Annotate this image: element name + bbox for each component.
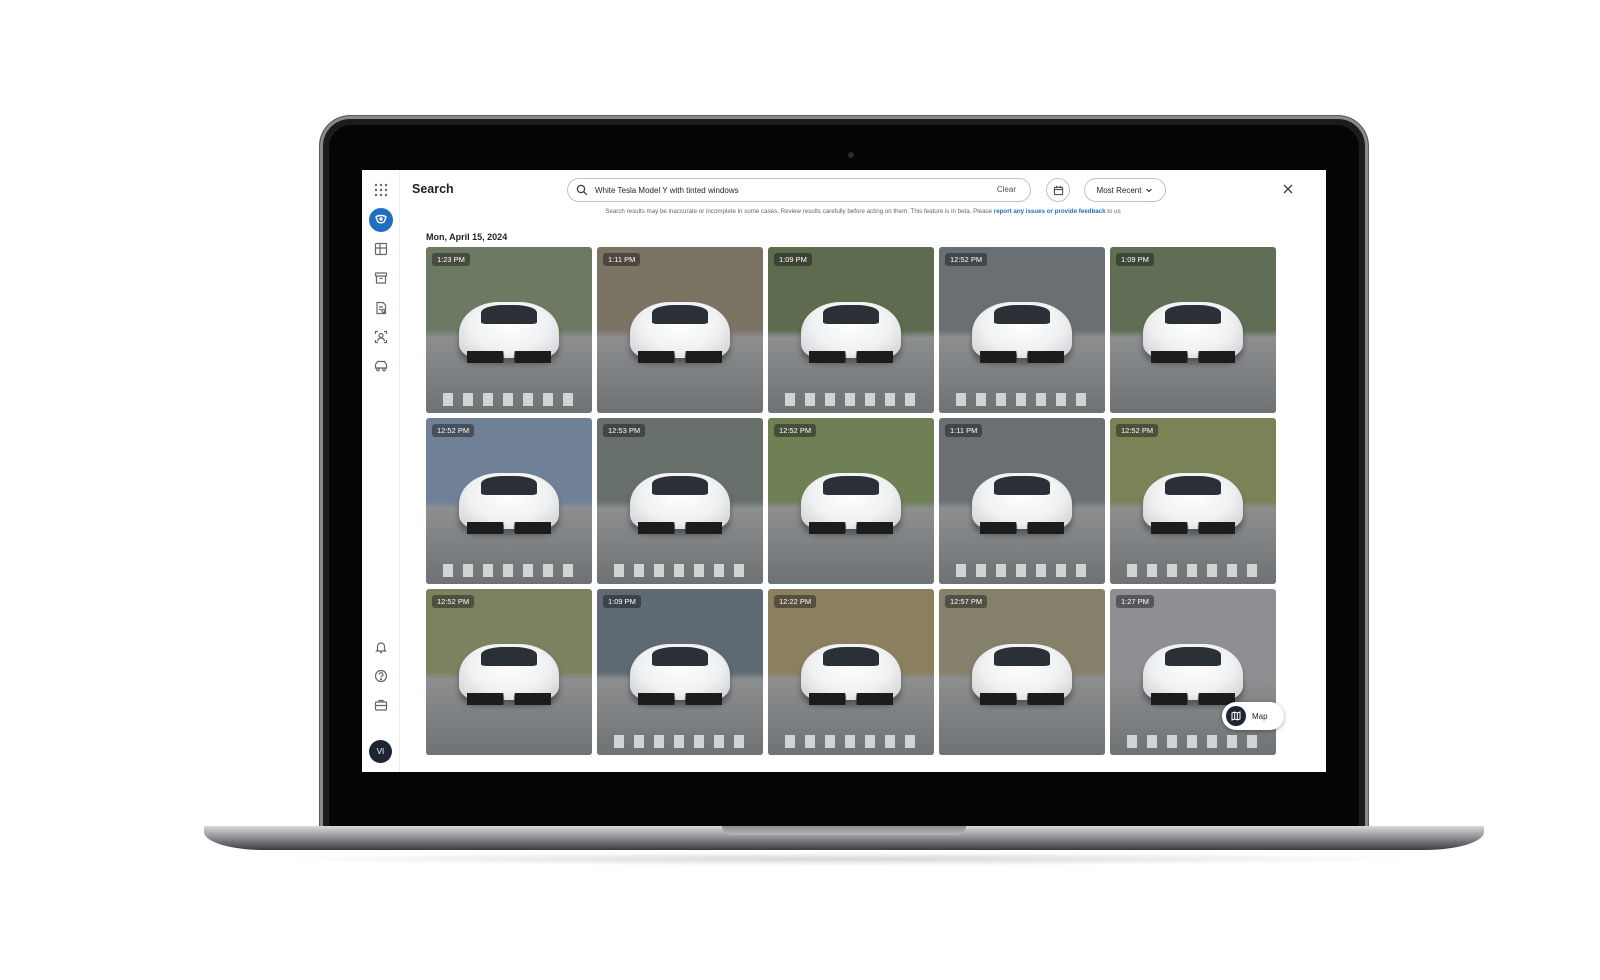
vehicle-image — [630, 301, 730, 364]
timestamp-badge: 1:27 PM — [1116, 595, 1154, 608]
result-thumbnail[interactable]: 1:09 PM — [597, 589, 763, 755]
thumbnail-crosswalk — [1126, 564, 1260, 578]
vehicle-icon[interactable] — [369, 354, 393, 378]
app-screen: VI Search Clear Most Recent Search resul… — [362, 170, 1326, 772]
timestamp-badge: 12:52 PM — [432, 424, 475, 437]
result-thumbnail[interactable]: 1:27 PM — [1110, 589, 1276, 755]
thumbnail-crosswalk — [442, 393, 576, 407]
briefcase-icon[interactable] — [369, 693, 393, 717]
apps-grid-icon[interactable] — [369, 178, 393, 202]
result-thumbnail[interactable]: 1:11 PM — [939, 418, 1105, 584]
thumbnail-crosswalk — [955, 393, 1089, 407]
result-thumbnail[interactable]: 12:53 PM — [597, 418, 763, 584]
vehicle-image — [630, 472, 730, 535]
search-icon — [576, 184, 588, 196]
vehicle-image — [972, 643, 1072, 706]
laptop-shadow — [260, 852, 1430, 866]
chevron-down-icon — [1146, 188, 1153, 193]
close-icon[interactable] — [1281, 182, 1295, 196]
timestamp-badge: 1:11 PM — [945, 424, 983, 437]
result-thumbnail[interactable]: 12:22 PM — [768, 589, 934, 755]
vehicle-image — [972, 301, 1072, 364]
timestamp-badge: 1:23 PM — [432, 253, 470, 266]
sidebar: VI — [362, 170, 400, 772]
search-input[interactable] — [595, 182, 975, 198]
vehicle-image — [801, 301, 901, 364]
webcam — [848, 152, 854, 158]
vehicle-image — [459, 301, 559, 364]
timestamp-badge: 12:52 PM — [432, 595, 475, 608]
map-button-label: Map — [1252, 711, 1268, 721]
result-thumbnail[interactable]: 12:52 PM — [1110, 418, 1276, 584]
thumbnail-crosswalk — [784, 393, 918, 407]
timestamp-badge: 12:22 PM — [774, 595, 817, 608]
result-thumbnail[interactable]: 1:09 PM — [768, 247, 934, 413]
timestamp-badge: 1:09 PM — [774, 253, 812, 266]
laptop-base — [204, 826, 1484, 850]
laptop-notch — [722, 826, 966, 835]
thumbnail-crosswalk — [955, 564, 1089, 578]
page-title: Search — [412, 182, 454, 196]
timestamp-badge: 1:11 PM — [603, 253, 641, 266]
result-thumbnail[interactable]: 12:57 PM — [939, 589, 1105, 755]
result-thumbnail[interactable]: 1:09 PM — [1110, 247, 1276, 413]
map-icon — [1226, 706, 1246, 726]
results-date-header: Mon, April 15, 2024 — [426, 232, 508, 242]
results-grid: 1:23 PM 1:11 PM 1:09 PM 12:52 PM 1:09 PM 12:5… — [426, 247, 1278, 755]
sort-dropdown[interactable]: Most Recent — [1084, 178, 1166, 202]
vehicle-image — [630, 643, 730, 706]
people-icon[interactable] — [369, 325, 393, 349]
result-thumbnail[interactable]: 12:52 PM — [939, 247, 1105, 413]
search-bar: Clear — [567, 178, 1031, 202]
beta-disclaimer: Search results may be inaccurate or inco… — [362, 208, 1326, 215]
result-thumbnail[interactable]: 1:11 PM — [597, 247, 763, 413]
reports-icon[interactable] — [369, 296, 393, 320]
vehicle-image — [972, 472, 1072, 535]
disclaimer-text: Search results may be inaccurate or inco… — [605, 208, 993, 215]
sort-selected-label: Most Recent — [1096, 185, 1142, 195]
timestamp-badge: 12:52 PM — [945, 253, 988, 266]
timestamp-badge: 12:57 PM — [945, 595, 988, 608]
thumbnail-crosswalk — [442, 564, 576, 578]
result-thumbnail[interactable]: 12:52 PM — [768, 418, 934, 584]
dashboard-icon[interactable] — [369, 237, 393, 261]
vehicle-image — [1143, 301, 1243, 364]
vehicle-image — [1143, 643, 1243, 706]
result-thumbnail[interactable]: 12:52 PM — [426, 589, 592, 755]
avatar[interactable]: VI — [369, 740, 392, 763]
map-button[interactable]: Map — [1222, 702, 1284, 730]
calendar-icon — [1053, 185, 1063, 195]
timestamp-badge: 1:09 PM — [1116, 253, 1154, 266]
result-thumbnail[interactable]: 1:23 PM — [426, 247, 592, 413]
disclaimer-suffix: to us — [1107, 208, 1121, 215]
timestamp-badge: 12:52 PM — [1116, 424, 1159, 437]
timestamp-badge: 1:09 PM — [603, 595, 641, 608]
date-filter-button[interactable] — [1046, 178, 1070, 202]
timestamp-badge: 12:52 PM — [774, 424, 817, 437]
vehicle-image — [1143, 472, 1243, 535]
result-thumbnail[interactable]: 12:52 PM — [426, 418, 592, 584]
timestamp-badge: 12:53 PM — [603, 424, 646, 437]
thumbnail-crosswalk — [613, 735, 747, 749]
bell-icon[interactable] — [369, 635, 393, 659]
clear-button[interactable]: Clear — [997, 185, 1016, 194]
archive-icon[interactable] — [369, 266, 393, 290]
vehicle-image — [801, 643, 901, 706]
help-icon[interactable] — [369, 664, 393, 688]
vehicle-image — [459, 643, 559, 706]
vehicle-image — [459, 472, 559, 535]
thumbnail-crosswalk — [784, 735, 918, 749]
feedback-link[interactable]: report any issues or provide feedback — [994, 208, 1106, 215]
thumbnail-crosswalk — [1126, 735, 1260, 749]
vehicle-image — [801, 472, 901, 535]
thumbnail-crosswalk — [613, 564, 747, 578]
